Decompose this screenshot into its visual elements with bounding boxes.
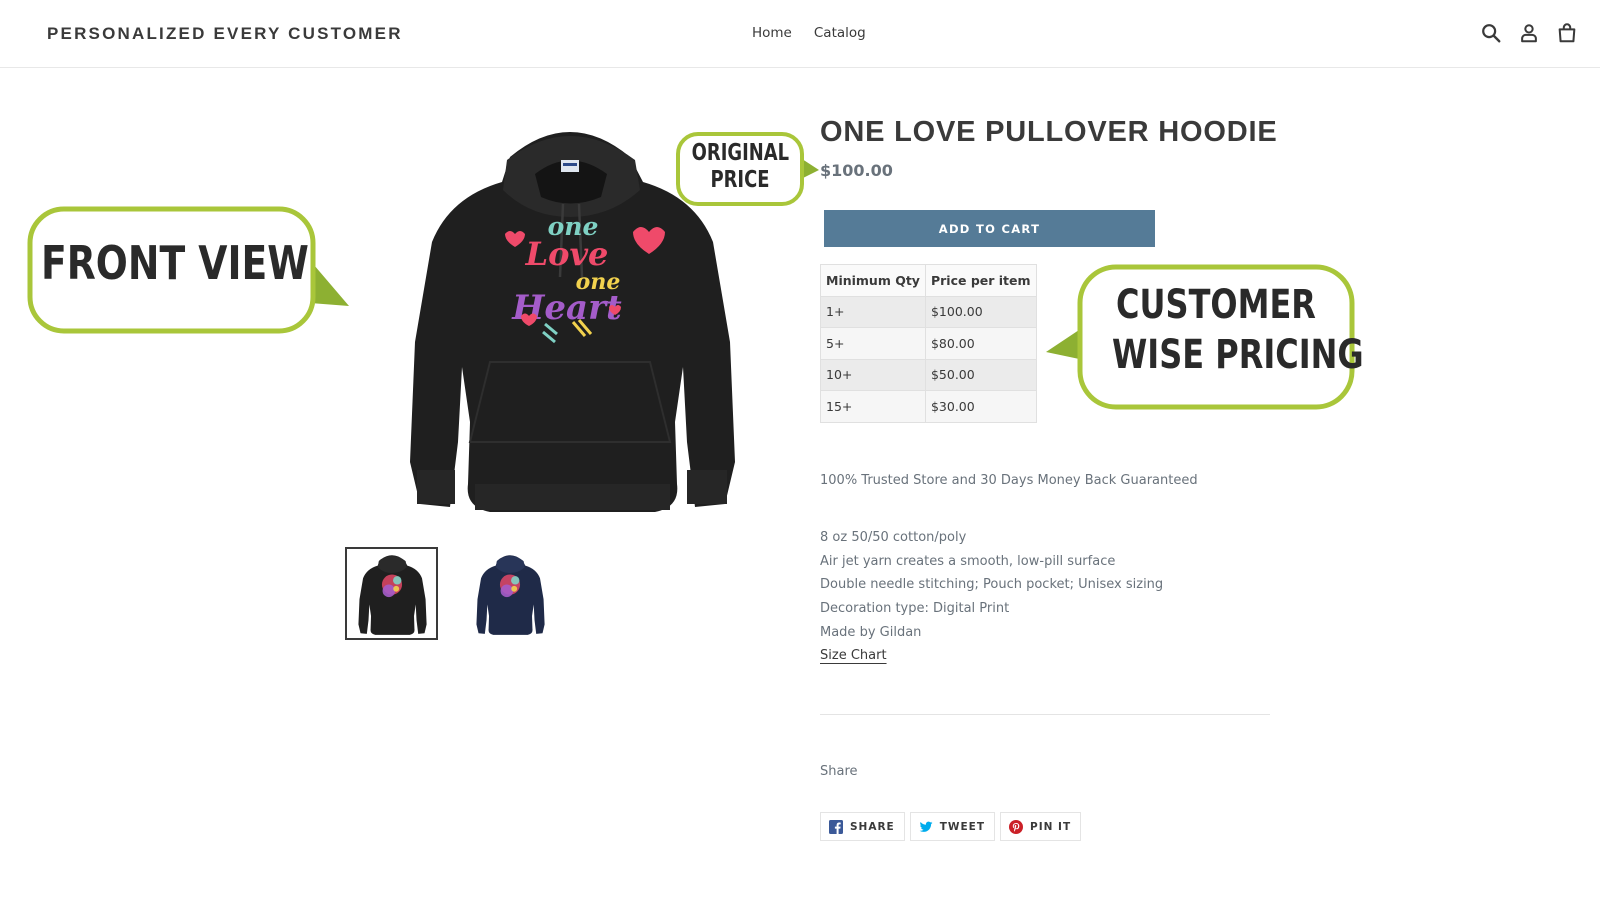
twitter-icon bbox=[919, 821, 933, 832]
guarantee-text: 100% Trusted Store and 30 Days Money Bac… bbox=[820, 473, 1198, 488]
facebook-share-button[interactable]: SHARE bbox=[820, 812, 905, 841]
svg-text:Love: Love bbox=[525, 235, 609, 273]
min-qty-cell: 5+ bbox=[820, 327, 926, 360]
price-cell: $50.00 bbox=[924, 358, 1037, 391]
nav-catalog-link[interactable]: Catalog bbox=[814, 25, 866, 41]
price-cell: $30.00 bbox=[924, 390, 1037, 423]
twitter-share-label: TWEET bbox=[939, 820, 985, 833]
site-header: PERSONALIZED EVERY CUSTOMER Home Catalog bbox=[0, 0, 1600, 68]
section-divider bbox=[820, 714, 1270, 715]
account-icon[interactable] bbox=[1518, 22, 1540, 44]
column-header-min-qty: Minimum Qty bbox=[820, 264, 926, 297]
feature-item: Double needle stitching; Pouch pocket; U… bbox=[820, 577, 1164, 593]
product-price: $100.00 bbox=[820, 161, 893, 180]
product-features-list: 8 oz 50/50 cotton/poly Air jet yarn crea… bbox=[820, 530, 1163, 648]
table-row: 1+ $100.00 bbox=[820, 295, 1037, 328]
pinterest-share-label: PIN IT bbox=[1030, 820, 1072, 833]
share-label: Share bbox=[820, 764, 858, 779]
nav-home-link[interactable]: Home bbox=[752, 25, 792, 41]
table-header-row: Minimum Qty Price per item bbox=[820, 264, 1037, 297]
hoodie-front-illustration: one Love one Heart bbox=[410, 132, 735, 512]
feature-item: Air jet yarn creates a smooth, low-pill … bbox=[820, 553, 1116, 569]
thumbnail-black-image bbox=[357, 554, 427, 635]
size-chart-link[interactable]: Size Chart bbox=[820, 648, 887, 663]
site-logo[interactable]: PERSONALIZED EVERY CUSTOMER bbox=[47, 24, 403, 44]
feature-item: Decoration type: Digital Print bbox=[820, 601, 1010, 617]
social-share-buttons: SHARE TWEET PIN IT bbox=[820, 812, 1082, 841]
price-cell: $100.00 bbox=[924, 295, 1037, 328]
thumbnail-navy-image bbox=[475, 554, 545, 635]
table-row: 15+ $30.00 bbox=[820, 390, 1037, 423]
add-to-cart-button[interactable]: ADD TO CART bbox=[824, 210, 1155, 247]
min-qty-cell: 15+ bbox=[820, 390, 926, 423]
thumbnail-navy[interactable] bbox=[463, 547, 556, 640]
customer-pricing-label: Customer wise pricing bbox=[1112, 282, 1364, 378]
feature-item: 8 oz 50/50 cotton/poly bbox=[820, 530, 967, 545]
main-nav: Home Catalog bbox=[752, 25, 866, 41]
customer-pricing-callout: Customer wise pricing bbox=[1046, 264, 1364, 414]
front-view-label: Front View bbox=[41, 236, 309, 290]
cart-icon[interactable] bbox=[1556, 22, 1578, 44]
quantity-pricing-table: Minimum Qty Price per item 1+ $100.00 5+… bbox=[820, 264, 1037, 423]
facebook-icon bbox=[829, 819, 843, 834]
column-header-price: Price per item bbox=[924, 264, 1037, 297]
feature-item: Made by Gildan bbox=[820, 624, 922, 640]
min-qty-cell: 10+ bbox=[820, 358, 926, 391]
price-cell: $80.00 bbox=[924, 327, 1037, 360]
facebook-share-label: SHARE bbox=[850, 820, 895, 833]
front-view-callout: Front View bbox=[27, 206, 349, 334]
header-icons bbox=[1480, 22, 1578, 44]
product-thumbnails bbox=[345, 547, 556, 640]
product-title: ONE LOVE PULLOVER HOODIE bbox=[820, 116, 1278, 148]
pinterest-share-button[interactable]: PIN IT bbox=[1000, 812, 1082, 841]
pinterest-icon bbox=[1009, 819, 1023, 834]
table-row: 10+ $50.00 bbox=[820, 358, 1037, 391]
table-row: 5+ $80.00 bbox=[820, 327, 1037, 360]
product-main-image[interactable]: one Love one Heart bbox=[395, 112, 745, 522]
min-qty-cell: 1+ bbox=[820, 295, 926, 328]
twitter-share-button[interactable]: TWEET bbox=[909, 812, 995, 841]
search-icon[interactable] bbox=[1480, 22, 1502, 44]
thumbnail-black[interactable] bbox=[345, 547, 438, 640]
